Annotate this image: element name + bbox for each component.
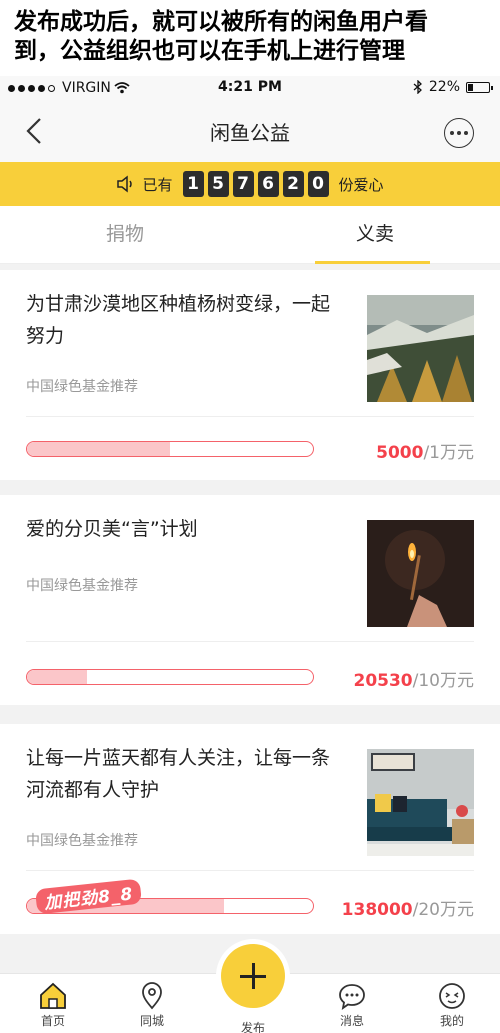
status-right: 22%	[413, 79, 493, 95]
bluetooth-icon	[413, 80, 422, 94]
progress-fill	[27, 670, 88, 684]
charity-image	[367, 295, 474, 402]
progress-bar	[26, 441, 314, 457]
nav-bar: 闲鱼公益	[0, 100, 500, 162]
amount: 20530/10万元	[353, 666, 474, 691]
tabbar-mine[interactable]: 我的	[422, 982, 482, 1029]
charity-image	[367, 749, 474, 856]
tab-charity-sale[interactable]: 义卖	[250, 206, 500, 264]
progress-bar	[26, 669, 314, 685]
tab-label: 义卖	[355, 223, 394, 245]
charity-card[interactable]: 让每一片蓝天都有人关注，让每一条河流都有人守护 中国绿色基金推荐 加把劲8_8 …	[0, 724, 500, 934]
battery-icon	[466, 81, 493, 93]
speaker-icon	[117, 175, 133, 193]
amount: 5000/1万元	[376, 438, 474, 463]
charity-source: 中国绿色基金推荐	[26, 379, 138, 395]
active-tab-indicator	[315, 261, 430, 264]
tabbar-home[interactable]: 首页	[23, 982, 83, 1029]
counter-digit: 5	[207, 171, 229, 197]
location-pin-icon	[142, 982, 162, 1010]
counter-prefix: 已有	[142, 175, 173, 194]
counter-digit: 7	[232, 171, 254, 197]
battery-fill	[468, 83, 473, 91]
charity-image	[367, 520, 474, 627]
counter-suffix: 份爱心	[338, 175, 384, 194]
donation-counter-banner: 已有 1 5 7 6 2 0 份爱心	[0, 162, 500, 206]
charity-card[interactable]: 爱的分贝美“言”计划 中国绿色基金推荐 20530/10万元	[0, 495, 500, 705]
charity-card[interactable]: 为甘肃沙漠地区种植杨树变绿，一起努力 中国绿色基金推荐 5000/1万元	[0, 270, 500, 480]
amount-raised: 5000	[376, 443, 424, 463]
caption-line-1: 发布成功后，就可以被所有的闲鱼用户看	[14, 9, 428, 35]
amount: 138000/20万元	[342, 895, 474, 920]
divider	[26, 416, 474, 417]
message-bubble-icon	[339, 984, 365, 1010]
counter-digit: 0	[307, 171, 329, 197]
tab-bar: 捐物 义卖	[0, 206, 500, 264]
profile-face-icon	[439, 983, 465, 1009]
caption: 发布成功后，就可以被所有的闲鱼用户看 到，公益组织也可以在手机上进行管理	[0, 0, 500, 76]
progress-fill	[27, 442, 170, 456]
amount-raised: 20530	[353, 671, 413, 691]
tab-donate-goods[interactable]: 捐物	[0, 206, 250, 264]
divider	[26, 870, 474, 871]
charity-source: 中国绿色基金推荐	[26, 833, 138, 849]
amount-goal: /20万元	[412, 900, 474, 920]
counter-digits: 1 5 7 6 2 0	[182, 171, 329, 197]
page-title: 闲鱼公益	[210, 121, 290, 145]
charity-source: 中国绿色基金推荐	[26, 578, 138, 594]
tabbar-label: 消息	[339, 1014, 364, 1028]
status-bar: VIRGIN 4:21 PM 22%	[0, 76, 500, 100]
counter-digit: 2	[282, 171, 304, 197]
charity-title: 让每一片蓝天都有人关注，让每一条河流都有人守护	[26, 747, 331, 801]
tabbar-label: 我的	[439, 1014, 464, 1028]
amount-goal: /1万元	[423, 443, 474, 463]
publish-button[interactable]	[221, 944, 285, 1008]
counter-digit: 1	[182, 171, 204, 197]
tabbar-label: 首页	[40, 1014, 65, 1028]
home-icon	[40, 982, 66, 1009]
tabbar-messages[interactable]: 消息	[322, 982, 382, 1029]
more-options-icon[interactable]	[444, 118, 474, 148]
charity-title: 为甘肃沙漠地区种植杨树变绿，一起努力	[26, 293, 331, 347]
battery-percent: 22%	[428, 79, 460, 95]
plus-icon	[252, 963, 255, 989]
amount-goal: /10万元	[412, 671, 474, 691]
caption-line-2: 到，公益组织也可以在手机上进行管理	[14, 38, 405, 64]
tabbar-nearby[interactable]: 同城	[122, 982, 182, 1029]
publish-label: 发布	[240, 1021, 265, 1033]
amount-raised: 138000	[341, 900, 413, 920]
tabbar-label: 同城	[139, 1014, 164, 1028]
counter-digit: 6	[257, 171, 279, 197]
charity-title: 爱的分贝美“言”计划	[26, 518, 198, 540]
divider	[26, 641, 474, 642]
